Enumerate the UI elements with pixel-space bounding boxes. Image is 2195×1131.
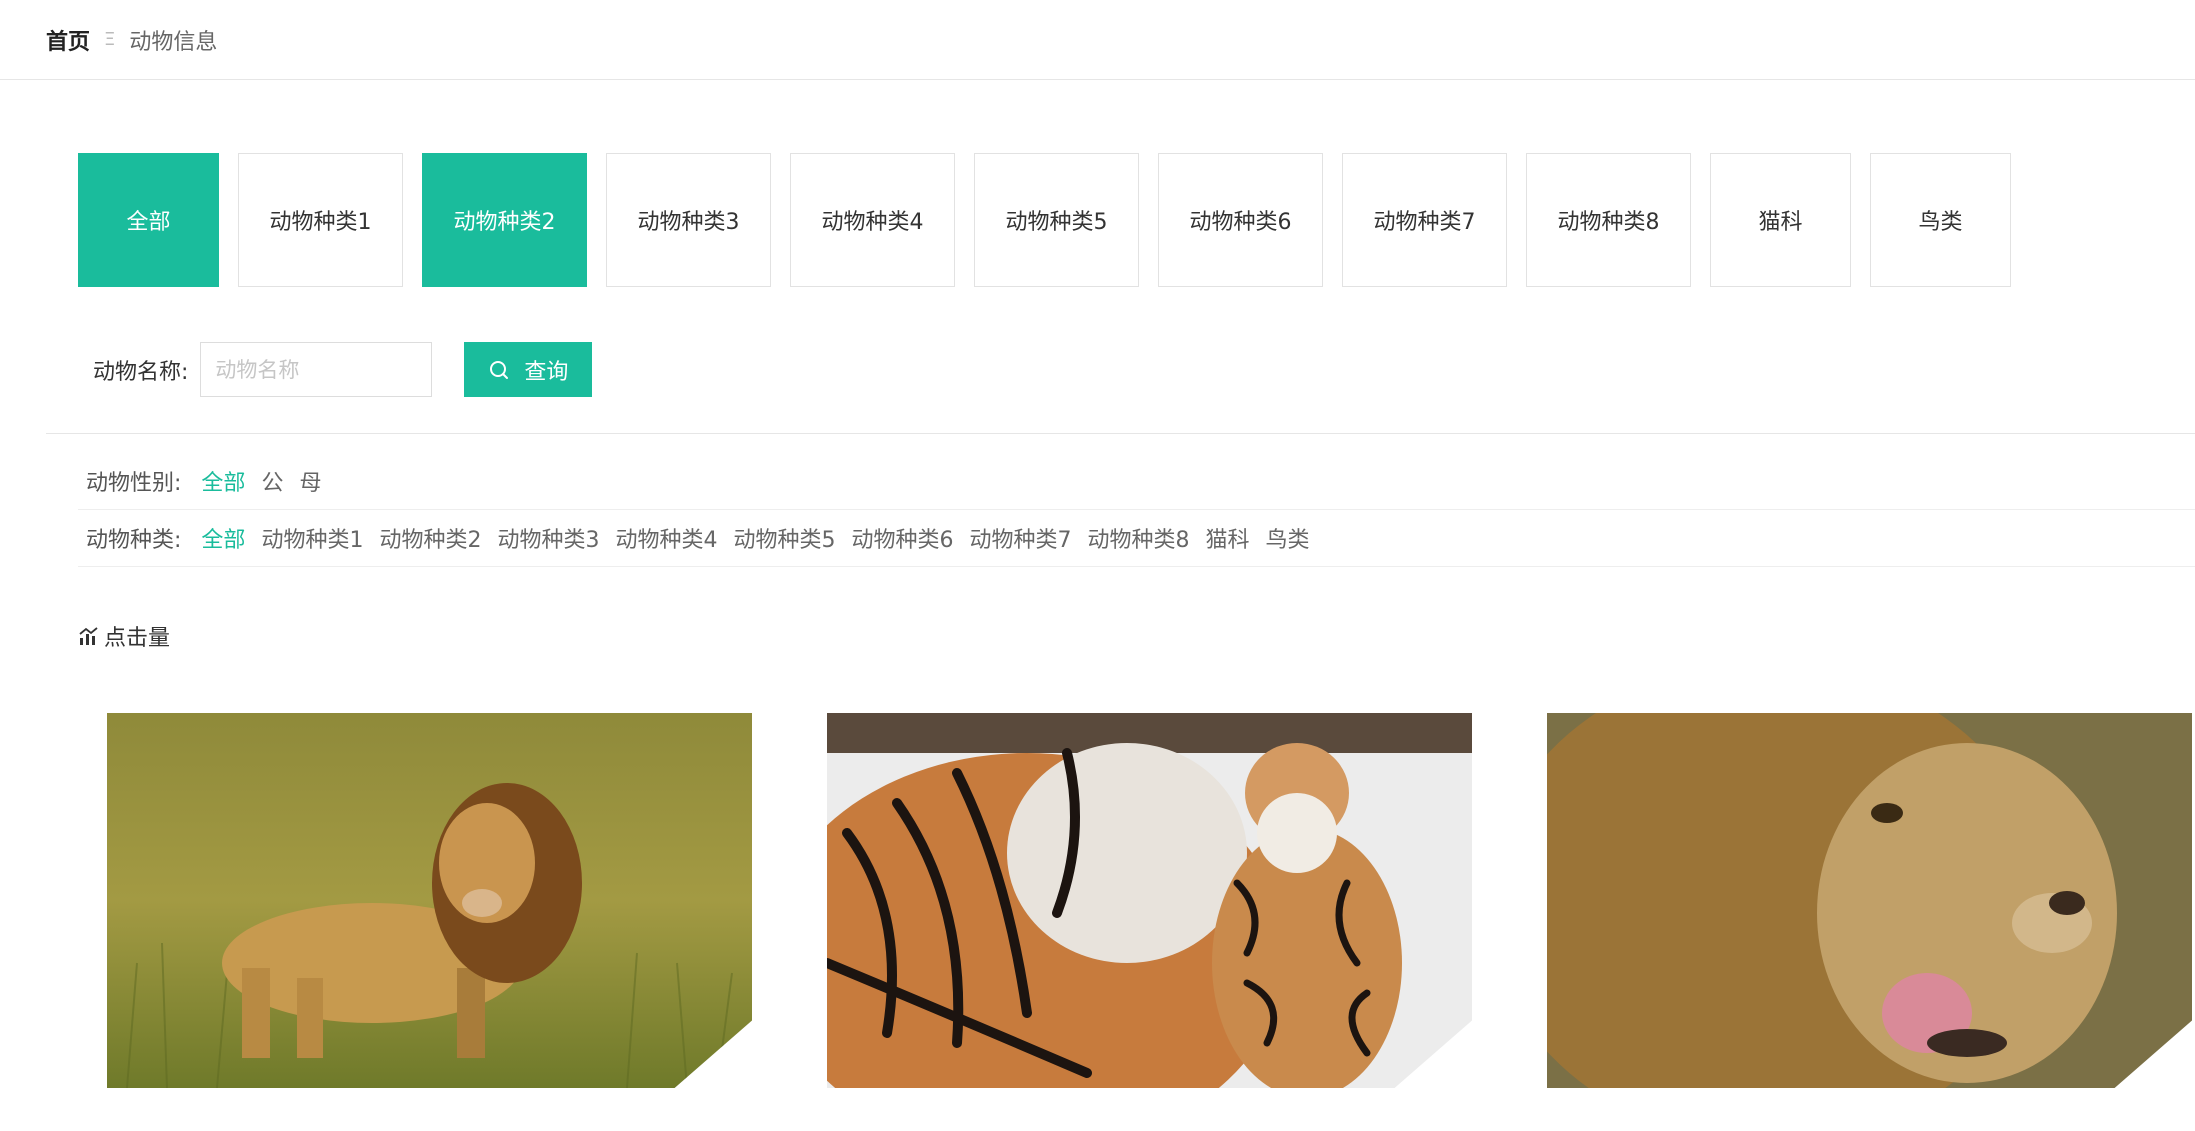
type-tab-cat[interactable]: 猫科: [1710, 153, 1851, 287]
kind-option-6[interactable]: 动物种类6: [851, 522, 953, 554]
animal-type-tabs: 全部 动物种类1 动物种类2 动物种类3 动物种类4 动物种类5 动物种类6 动…: [78, 153, 2030, 287]
lion-closeup-licking-photo: [1547, 713, 2192, 1088]
kind-option-7[interactable]: 动物种类7: [969, 522, 1071, 554]
kind-option-cat[interactable]: 猫科: [1205, 522, 1249, 554]
lion-in-grass-photo: [107, 713, 752, 1088]
kind-option-bird[interactable]: 鸟类: [1265, 522, 1309, 554]
search-button-label: 查询: [524, 359, 569, 385]
animal-card[interactable]: [1547, 713, 2192, 1088]
search-label: 动物名称:: [93, 359, 189, 385]
kind-option-8[interactable]: 动物种类8: [1087, 522, 1189, 554]
kind-option-2[interactable]: 动物种类2: [379, 522, 481, 554]
search-row: 动物名称: 查询: [93, 342, 593, 397]
search-button[interactable]: 查询: [464, 342, 593, 397]
type-tab-5[interactable]: 动物种类5: [974, 153, 1139, 287]
bar-chart-icon: [78, 625, 100, 647]
type-tab-7[interactable]: 动物种类7: [1342, 153, 1507, 287]
gender-option-female[interactable]: 母: [299, 465, 321, 497]
kind-filter-row: 动物种类: 全部 动物种类1 动物种类2 动物种类3 动物种类4 动物种类5 动…: [78, 510, 2195, 567]
type-tab-8[interactable]: 动物种类8: [1526, 153, 1691, 287]
breadcrumb-home[interactable]: 首页: [46, 24, 90, 56]
type-tab-all[interactable]: 全部: [78, 153, 219, 287]
kind-option-3[interactable]: 动物种类3: [497, 522, 599, 554]
gender-option-all[interactable]: 全部: [201, 465, 245, 497]
animal-card[interactable]: [827, 713, 1472, 1088]
gender-filter-label: 动物性别:: [86, 471, 182, 496]
type-tab-4[interactable]: 动物种类4: [790, 153, 955, 287]
animal-name-input[interactable]: [200, 342, 433, 397]
sort-label: 点击量: [104, 626, 171, 651]
type-tab-1[interactable]: 动物种类1: [238, 153, 403, 287]
breadcrumb-current: 动物信息: [129, 29, 218, 55]
animal-card[interactable]: [107, 713, 752, 1088]
search-icon: [488, 359, 510, 381]
kind-option-1[interactable]: 动物种类1: [261, 522, 363, 554]
type-tab-2[interactable]: 动物种类2: [422, 153, 587, 287]
gender-filter-row: 动物性别: 全部 公 母: [78, 453, 2195, 510]
type-tab-3[interactable]: 动物种类3: [606, 153, 771, 287]
tiger-and-cub-in-snow-photo: [827, 713, 1472, 1088]
divider: [46, 433, 2195, 434]
gender-option-male[interactable]: 公: [261, 465, 283, 497]
type-tab-6[interactable]: 动物种类6: [1158, 153, 1323, 287]
breadcrumb: 首页 Ξ 动物信息: [0, 0, 2195, 80]
breadcrumb-separator: Ξ: [104, 29, 116, 50]
kind-option-4[interactable]: 动物种类4: [615, 522, 717, 554]
kind-option-all[interactable]: 全部: [201, 522, 245, 554]
sort-by-clicks[interactable]: 点击量: [78, 620, 170, 652]
kind-filter-label: 动物种类:: [86, 528, 182, 553]
type-tab-bird[interactable]: 鸟类: [1870, 153, 2011, 287]
kind-option-5[interactable]: 动物种类5: [733, 522, 835, 554]
